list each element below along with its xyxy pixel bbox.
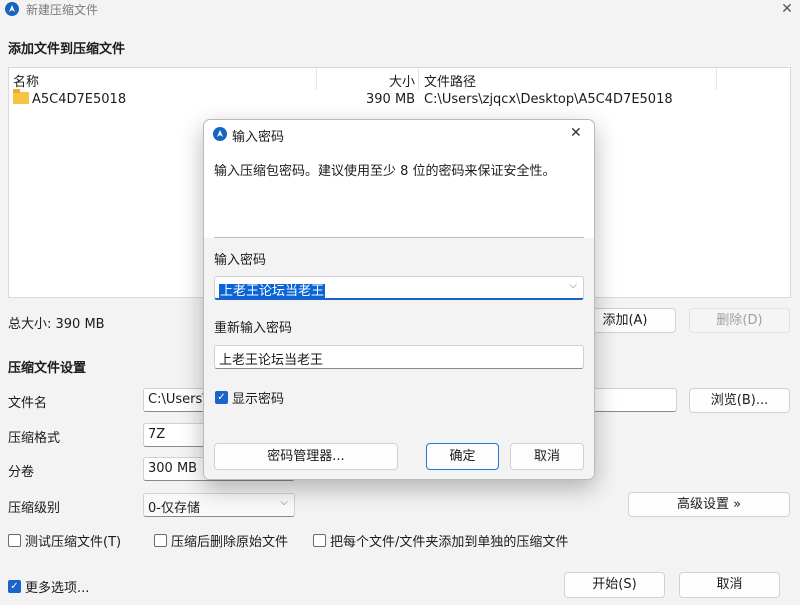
password-dialog: 输入密码 ✕ 输入压缩包密码。建议使用至少 8 位的密码来保证安全性。 输入密码… bbox=[203, 119, 595, 480]
cancel-button[interactable]: 取消 bbox=[679, 572, 780, 598]
delete-button[interactable]: 删除(D) bbox=[689, 308, 790, 333]
settings-section-title: 压缩文件设置 bbox=[8, 361, 87, 376]
show-password-label: 显示密码 bbox=[232, 392, 285, 407]
folder-icon bbox=[13, 89, 29, 104]
password-input[interactable]: 上老王论坛当老王 ⌵ bbox=[214, 276, 584, 300]
checkbox-icon bbox=[313, 534, 326, 547]
level-select[interactable]: 0-仅存储 ⌵ bbox=[143, 493, 295, 517]
advanced-settings-button[interactable]: 高级设置 » bbox=[628, 492, 790, 517]
title-bar: 新建压缩文件 ✕ bbox=[0, 0, 800, 20]
browse-button[interactable]: 浏览(B)... bbox=[689, 388, 790, 413]
password-value: 上老王论坛当老王 bbox=[219, 284, 326, 299]
ok-button[interactable]: 确定 bbox=[426, 443, 499, 470]
file-name: A5C4D7E5018 bbox=[32, 92, 127, 107]
delete-after-label: 压缩后删除原始文件 bbox=[171, 535, 289, 550]
level-label: 压缩级别 bbox=[8, 501, 61, 516]
chevron-down-icon[interactable]: ⌵ bbox=[569, 280, 577, 291]
dialog-title: 输入密码 bbox=[232, 130, 285, 145]
separate-archives-label: 把每个文件/文件夹添加到单独的压缩文件 bbox=[330, 535, 569, 550]
column-divider[interactable] bbox=[418, 68, 419, 90]
more-options-checkbox[interactable]: ✓ 更多选项... bbox=[8, 577, 89, 596]
column-header-size[interactable]: 大小 bbox=[389, 71, 415, 90]
window-title: 新建压缩文件 bbox=[26, 3, 99, 17]
column-divider[interactable] bbox=[316, 68, 317, 90]
password-label: 输入密码 bbox=[214, 253, 267, 268]
more-options-label: 更多选项... bbox=[25, 581, 90, 596]
format-label: 压缩格式 bbox=[8, 431, 61, 446]
test-archive-checkbox[interactable]: 测试压缩文件(T) bbox=[8, 531, 121, 550]
show-password-checkbox[interactable]: ✓ 显示密码 bbox=[215, 388, 284, 407]
filename-label: 文件名 bbox=[8, 396, 48, 411]
level-value: 0-仅存储 bbox=[148, 501, 200, 516]
add-section-title: 添加文件到压缩文件 bbox=[8, 42, 126, 57]
column-header-path[interactable]: 文件路径 bbox=[424, 71, 476, 90]
dialog-hint: 输入压缩包密码。建议使用至少 8 位的密码来保证安全性。 bbox=[214, 164, 556, 179]
reenter-password-label: 重新输入密码 bbox=[214, 321, 293, 336]
delete-after-checkbox[interactable]: 压缩后删除原始文件 bbox=[154, 531, 288, 550]
file-name-cell: A5C4D7E5018 bbox=[13, 89, 127, 107]
column-header-name[interactable]: 名称 bbox=[13, 71, 39, 90]
total-size: 总大小: 390 MB bbox=[8, 317, 105, 332]
format-value: 7Z bbox=[148, 427, 166, 442]
start-button[interactable]: 开始(S) bbox=[564, 572, 665, 598]
file-size-cell: 390 MB bbox=[366, 92, 416, 107]
checkbox-icon bbox=[8, 534, 21, 547]
close-icon[interactable]: ✕ bbox=[778, 0, 796, 18]
separate-archives-checkbox[interactable]: 把每个文件/文件夹添加到单独的压缩文件 bbox=[313, 531, 568, 550]
reenter-password-input[interactable]: 上老王论坛当老王 bbox=[214, 345, 584, 369]
app-logo-icon bbox=[5, 2, 19, 16]
checkmark-icon: ✓ bbox=[8, 580, 21, 593]
chevron-down-icon: ⌵ bbox=[280, 497, 288, 508]
close-icon[interactable]: ✕ bbox=[570, 125, 582, 141]
checkmark-icon: ✓ bbox=[215, 391, 228, 404]
column-divider[interactable] bbox=[716, 68, 717, 90]
table-row[interactable]: A5C4D7E5018 390 MB C:\Users\zjqcx\Deskto… bbox=[9, 89, 790, 110]
password-manager-button[interactable]: 密码管理器... bbox=[214, 443, 398, 470]
volume-label: 分卷 bbox=[8, 465, 35, 480]
test-archive-label: 测试压缩文件(T) bbox=[25, 535, 122, 550]
app-logo-icon bbox=[213, 127, 227, 141]
volume-value: 300 MB bbox=[148, 461, 198, 476]
file-path-cell: C:\Users\zjqcx\Desktop\A5C4D7E5018 bbox=[424, 92, 673, 107]
dialog-cancel-button[interactable]: 取消 bbox=[510, 443, 584, 470]
checkbox-icon bbox=[154, 534, 167, 547]
